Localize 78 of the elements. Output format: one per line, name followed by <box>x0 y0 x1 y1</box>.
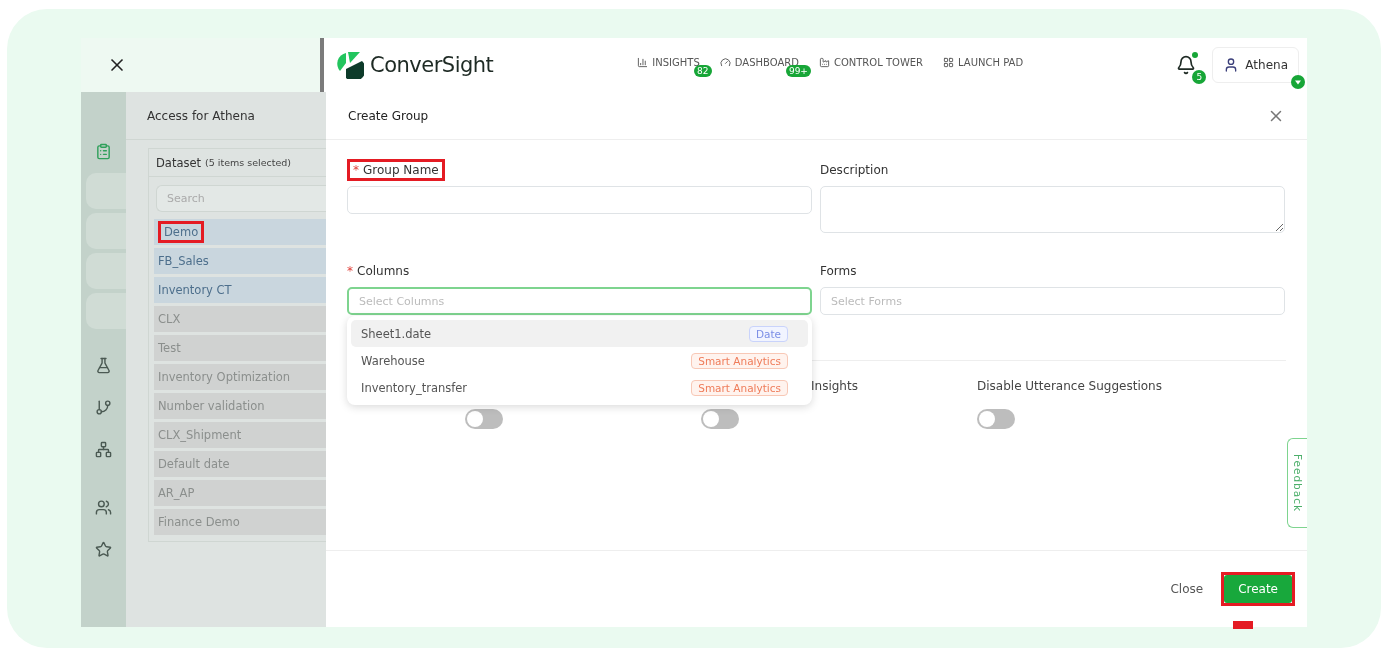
dataset-item[interactable]: Finance Demo <box>154 509 326 535</box>
logo-icon <box>334 51 364 79</box>
count-badge: 5 <box>1192 70 1207 84</box>
gauge-icon <box>719 56 731 68</box>
item-label: Finance Demo <box>158 515 240 529</box>
notification-button[interactable] <box>1176 55 1197 75</box>
toggle-label: Insights <box>811 379 859 393</box>
nav-link[interactable]: CONTROL TOWER <box>818 56 924 68</box>
field-label: Group Name <box>363 163 439 177</box>
item-label: AR_AP <box>158 486 195 500</box>
item-label: CLX_Shipment <box>158 428 242 442</box>
type-tag: Smart Analytics <box>691 379 788 396</box>
rail-tab[interactable] <box>86 293 126 329</box>
status-dot-icon <box>1192 52 1199 58</box>
type-tag: Date <box>748 325 788 342</box>
rail-tab[interactable] <box>86 173 126 209</box>
rail-tab[interactable] <box>86 253 126 289</box>
caret-icon[interactable] <box>1291 75 1305 89</box>
rail-tab[interactable] <box>86 213 126 249</box>
dataset-item[interactable]: Default date <box>154 451 326 477</box>
toggle-label: Disable Utterance Suggestions <box>977 379 1163 393</box>
star-icon[interactable] <box>95 540 112 558</box>
dataset-item[interactable]: Demo <box>154 219 326 245</box>
dataset-item[interactable]: AR_AP <box>154 480 326 506</box>
option-label: Sheet1.date <box>361 326 432 341</box>
required-mark: * <box>353 163 359 177</box>
bell-icon <box>1176 55 1197 75</box>
select-field[interactable]: Select Columns <box>347 287 812 315</box>
required-mark: * <box>347 264 353 278</box>
search-field[interactable]: Search <box>156 185 327 212</box>
toggle-switch[interactable] <box>465 409 503 429</box>
item-label: FB_Sales <box>158 254 209 268</box>
branch-icon[interactable] <box>95 398 112 416</box>
brand-name: ConverSight <box>370 53 494 77</box>
toggle-switch[interactable] <box>977 409 1015 429</box>
dataset-label: Dataset <box>156 155 202 170</box>
select-field[interactable]: Select Forms <box>820 287 1285 315</box>
item-label: Test <box>158 341 181 355</box>
type-tag: Smart Analytics <box>691 352 788 369</box>
create-button[interactable]: Create <box>1224 575 1292 603</box>
user-menu-button[interactable]: Athena <box>1212 47 1299 83</box>
item-label: Default date <box>158 457 230 471</box>
text-field[interactable] <box>347 186 812 214</box>
field-label: Columns <box>357 264 410 278</box>
item-label: CLX <box>158 312 181 326</box>
selection-count: (5 items selected) <box>205 157 292 168</box>
toggle-switch[interactable] <box>701 409 739 429</box>
item-label: Inventory Optimization <box>158 370 291 384</box>
option-label: Warehouse <box>361 353 425 368</box>
item-label: Inventory CT <box>158 283 232 297</box>
dropdown-option[interactable]: Inventory_transfer Smart Analytics <box>351 374 808 401</box>
dataset-item[interactable]: Inventory CT <box>154 277 326 303</box>
dataset-item[interactable]: CLX_Shipment <box>154 422 326 448</box>
bar-chart-icon <box>637 56 649 68</box>
item-label: Demo <box>164 225 199 239</box>
grid-icon <box>943 56 955 68</box>
hierarchy-icon[interactable] <box>95 440 112 458</box>
field-label: Description <box>820 163 889 177</box>
option-label: Inventory_transfer <box>361 380 468 395</box>
dropdown-option[interactable]: Sheet1.date Date <box>351 320 808 347</box>
flask-icon[interactable] <box>95 356 112 374</box>
marker-bar <box>1233 621 1253 629</box>
dropdown-option[interactable]: Warehouse Smart Analytics <box>351 347 808 374</box>
item-label: Number validation <box>158 399 265 413</box>
dataset-item[interactable]: Number validation <box>154 393 326 419</box>
field-label: Forms <box>820 264 857 278</box>
users-icon[interactable] <box>95 498 112 516</box>
dataset-item[interactable]: Test <box>154 335 326 361</box>
document-icon[interactable] <box>95 142 112 160</box>
description-field[interactable] <box>820 186 1285 233</box>
close-button[interactable]: Close <box>1170 575 1204 603</box>
nav-link[interactable]: LAUNCH PAD <box>943 56 1024 68</box>
dialog-title: Create Group <box>348 108 429 123</box>
dataset-item[interactable]: Inventory Optimization <box>154 364 326 390</box>
factory-icon <box>818 56 830 68</box>
dataset-item[interactable]: CLX <box>154 306 326 332</box>
dataset-item[interactable]: FB_Sales <box>154 248 326 274</box>
feedback-tab[interactable]: Feedback <box>1287 438 1307 528</box>
